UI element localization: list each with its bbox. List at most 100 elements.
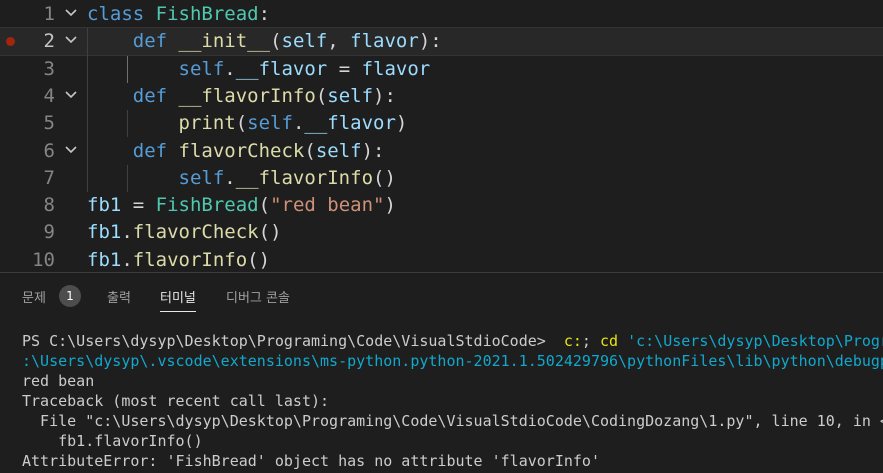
code-token: print: [178, 112, 236, 135]
active-tab-underline: [160, 311, 196, 312]
terminal-text: ;: [581, 332, 600, 350]
code-token: self: [178, 166, 225, 189]
tab-problems-label: 문제: [22, 291, 46, 306]
chevron-down-icon[interactable]: [63, 28, 81, 55]
code-token: class: [87, 3, 145, 25]
line-number: 4: [43, 84, 55, 107]
code-token: :: [258, 3, 271, 25]
tab-output[interactable]: 출력: [107, 287, 131, 306]
tab-problems[interactable]: 문제: [22, 287, 46, 306]
code-token: FishBread: [155, 194, 259, 217]
code-text: fb1.flavorCheck(): [87, 219, 282, 246]
code-token: __flavor: [304, 112, 396, 135]
code-token: (: [270, 30, 282, 53]
code-token: (): [247, 248, 271, 271]
code-line[interactable]: 7 self.__flavorInfo(): [0, 165, 883, 192]
code-token: ):: [361, 139, 385, 162]
terminal-output[interactable]: PS C:\Users\dysyp\Desktop\Programing\Cod…: [22, 331, 883, 471]
line-number: 7: [43, 166, 55, 189]
terminal-text: c:: [563, 332, 582, 350]
code-line[interactable]: 5 print(self.__flavor): [0, 110, 883, 137]
chevron-down-icon[interactable]: [63, 138, 81, 165]
code-text: self.__flavor = flavor: [87, 56, 431, 83]
code-token: .: [292, 112, 305, 135]
terminal-text: cd: [599, 332, 619, 350]
code-token: =: [327, 57, 362, 80]
tab-terminal[interactable]: 터미널: [160, 287, 196, 312]
terminal-line: red bean: [22, 371, 883, 391]
line-number: 8: [43, 194, 55, 217]
code-token: fb1: [87, 248, 122, 271]
tab-terminal-label: 터미널: [160, 291, 196, 306]
code-token: def: [132, 30, 168, 53]
code-token: fb1: [87, 221, 122, 244]
tab-debug-console[interactable]: 디버그 콘솔: [226, 287, 290, 306]
code-token: flavor: [361, 57, 431, 80]
line-number: 9: [43, 221, 55, 244]
line-number: 6: [43, 139, 55, 162]
tab-output-label: 출력: [107, 291, 131, 306]
code-token: self: [247, 112, 293, 135]
code-token: (: [315, 84, 328, 107]
terminal-text: 'c:\Users\dysyp\Desktop\Programing\Code\…: [627, 332, 883, 350]
terminal-text: File "c:\Users\dysyp\Desktop\Programing\…: [22, 412, 883, 430]
line-number: 10: [32, 248, 55, 271]
code-token: .: [224, 57, 236, 80]
code-token: (): [373, 166, 396, 189]
code-token: (: [235, 112, 248, 135]
code-token: .: [121, 248, 133, 271]
code-token: flavor: [350, 30, 419, 53]
code-token: FishBread: [155, 3, 259, 25]
code-text: def flavorCheck(self):: [87, 138, 385, 165]
code-line[interactable]: 4 def __flavorInfo(self):: [0, 83, 883, 110]
terminal-text: PS C:\Users\dysyp\Desktop\Programing\Cod…: [22, 332, 564, 350]
chevron-down-icon[interactable]: [63, 83, 81, 110]
code-line[interactable]: 3 self.__flavor = flavor: [0, 56, 883, 83]
panel-tabs: 문제 1 출력 터미널 디버그 콘솔: [0, 273, 883, 319]
code-text: def __init__(self, flavor):: [87, 28, 442, 55]
code-token: ,: [327, 30, 351, 53]
terminal-text: red bean: [22, 372, 95, 390]
code-line[interactable]: 6 def flavorCheck(self):: [0, 138, 883, 165]
code-token: (): [258, 221, 282, 244]
code-token: __flavor: [235, 57, 328, 80]
code-text: class FishBread:: [87, 1, 270, 28]
code-token: =: [121, 194, 156, 217]
line-number: 5: [43, 112, 55, 135]
code-token: self: [327, 84, 374, 107]
code-text: print(self.__flavor): [87, 110, 408, 137]
code-line[interactable]: 10 fb1.flavorInfo(): [0, 247, 883, 274]
breakpoint-dot[interactable]: [6, 37, 15, 47]
code-line[interactable]: 2 def __init__(self, flavor):: [0, 27, 883, 57]
problems-count-badge: 1: [59, 285, 81, 307]
code-line[interactable]: 1 class FishBread:: [0, 1, 883, 28]
terminal-line: Traceback (most recent call last):: [22, 391, 883, 411]
code-token: __flavorInfo: [178, 84, 316, 107]
code-line[interactable]: 9 fb1.flavorCheck(): [0, 219, 883, 246]
code-token: .: [121, 221, 133, 244]
code-editor[interactable]: 1 class FishBread: 2 def __init__(self, fl…: [0, 0, 883, 272]
code-token: def: [132, 139, 168, 162]
code-line[interactable]: 8 fb1 = FishBread("red bean"): [0, 192, 883, 219]
code-token: def: [132, 84, 168, 107]
terminal-text: :\Users\dysyp\.vscode\extensions\ms-pyth…: [22, 352, 883, 370]
indent-guide: [127, 165, 128, 192]
code-token: "red bean": [270, 194, 385, 217]
line-number: 2: [43, 30, 55, 53]
indent-guide: [87, 28, 88, 192]
code-text: def __flavorInfo(self):: [87, 83, 396, 110]
chevron-down-icon[interactable]: [63, 1, 81, 28]
code-token: self: [315, 139, 362, 162]
code-text: fb1.flavorInfo(): [87, 247, 270, 274]
code-token: fb1: [87, 194, 122, 217]
